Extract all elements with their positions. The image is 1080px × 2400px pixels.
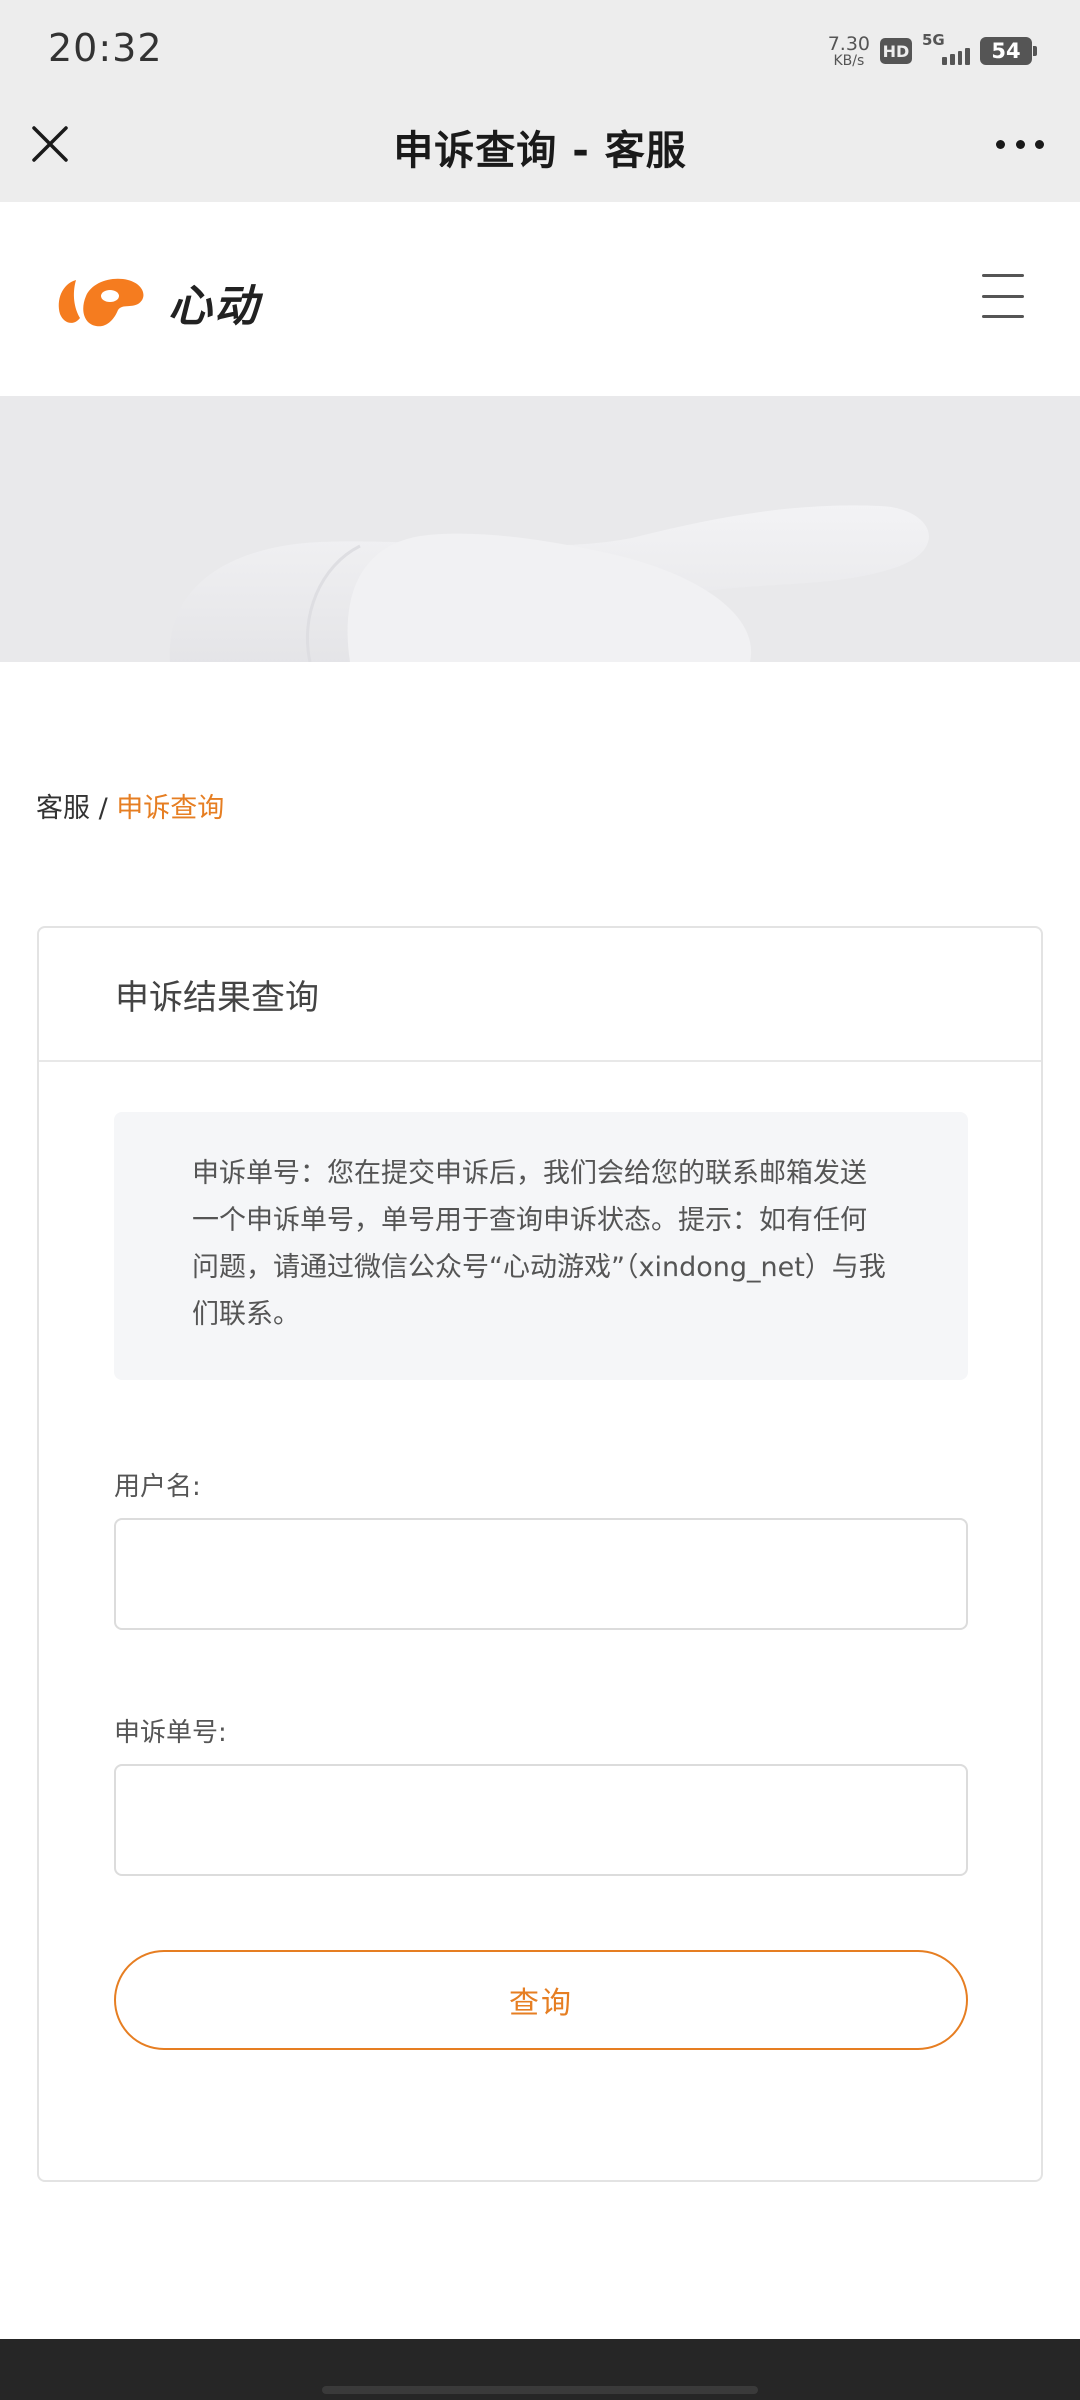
ticket-number-label: 申诉单号: [114, 1718, 227, 1748]
battery-icon: 54 [980, 37, 1037, 65]
notice-box: 申诉单号：您在提交申诉后，我们会给您的联系邮箱发送一个申诉单号，单号用于查询申诉… [114, 1112, 968, 1380]
hero-banner [0, 396, 1080, 662]
hamburger-icon[interactable] [982, 274, 1024, 318]
home-indicator[interactable] [322, 2386, 758, 2394]
breadcrumb-separator: / [90, 793, 117, 824]
network-speed-value: 7.30 [827, 32, 870, 55]
hd-icon: HD [880, 38, 912, 64]
logo-icon [58, 278, 144, 327]
network-speed: 7.30 KB/s [827, 32, 870, 69]
query-button[interactable]: 查询 [114, 1950, 968, 2050]
ticket-number-input[interactable] [114, 1764, 968, 1876]
status-time: 20:32 [48, 26, 163, 70]
signal-icon: 5G [922, 31, 970, 65]
site-header: 心动 [0, 202, 1080, 396]
webview-title-bar: 申诉查询 - 客服 [0, 100, 1080, 202]
network-speed-unit: KB/s [833, 52, 865, 69]
username-label: 用户名: [114, 1472, 201, 1502]
logo[interactable]: 心动 [56, 270, 260, 334]
breadcrumb: 客服 / 申诉查询 [36, 786, 224, 825]
logo-text: 心动 [168, 281, 260, 332]
network-type: 5G [922, 31, 945, 49]
banner-decoration [169, 505, 929, 662]
appeal-query-card: 申诉结果查询 申诉单号：您在提交申诉后，我们会给您的联系邮箱发送一个申诉单号，单… [37, 926, 1043, 2182]
page-title: 申诉查询 - 客服 [393, 128, 687, 174]
breadcrumb-current: 申诉查询 [116, 793, 225, 824]
card-title: 申诉结果查询 [39, 928, 1041, 1062]
username-input[interactable] [114, 1518, 968, 1630]
battery-level: 54 [991, 39, 1021, 63]
more-dots-icon[interactable] [996, 136, 1044, 152]
breadcrumb-root[interactable]: 客服 [36, 793, 90, 824]
status-icons: 7.30 KB/s HD 5G 54 [827, 28, 1037, 74]
status-bar: 20:32 7.30 KB/s HD 5G 54 [0, 0, 1080, 100]
